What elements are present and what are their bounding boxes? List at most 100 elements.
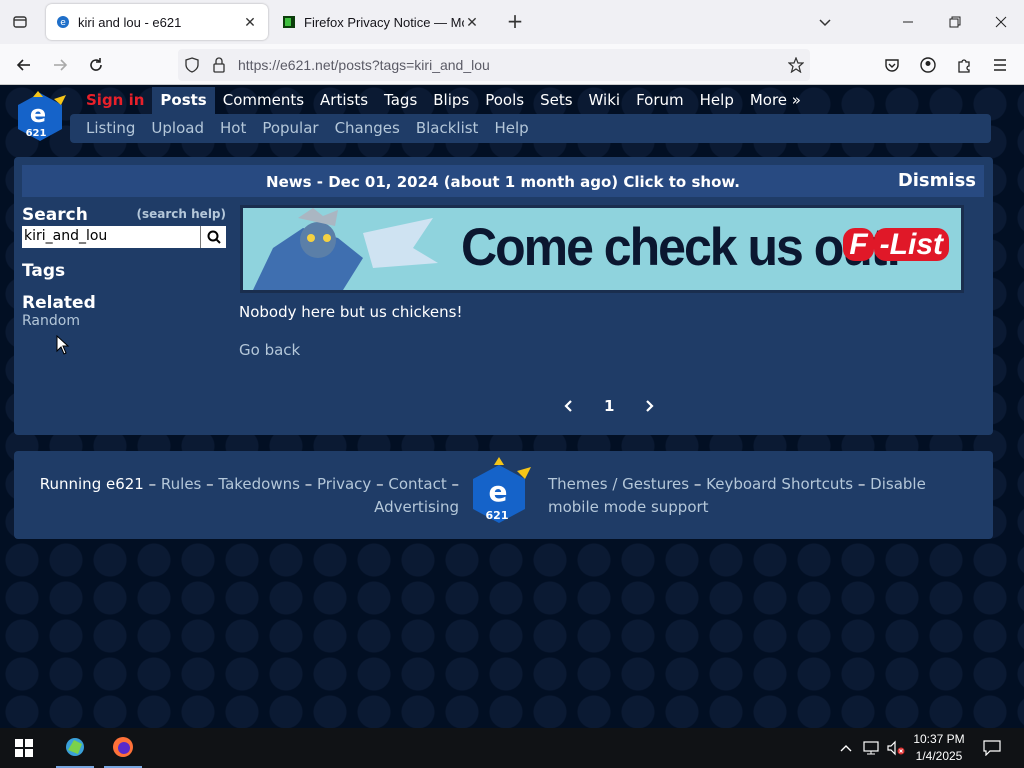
firefox-icon[interactable] bbox=[104, 728, 142, 768]
e621-footer-logo-icon[interactable]: e 621 bbox=[469, 457, 531, 533]
close-tab-icon[interactable]: ✕ bbox=[242, 14, 258, 30]
footer-themes-link[interactable]: Themes / Gestures bbox=[548, 475, 689, 493]
paginator: 1 bbox=[562, 397, 656, 415]
chevron-up-icon[interactable] bbox=[838, 728, 854, 768]
document-favicon-icon bbox=[283, 16, 295, 28]
reload-icon[interactable] bbox=[84, 53, 108, 77]
extensions-icon[interactable] bbox=[952, 53, 976, 77]
mascot-illustration-icon bbox=[253, 208, 438, 290]
close-tab-icon[interactable]: ✕ bbox=[464, 14, 480, 30]
menu-artists[interactable]: Artists bbox=[312, 87, 376, 115]
main-menu: Sign in Posts Comments Artists Tags Blip… bbox=[78, 87, 809, 115]
flist-logo: F -List bbox=[843, 228, 949, 262]
minimize-icon[interactable] bbox=[898, 12, 918, 32]
menu-wiki[interactable]: Wiki bbox=[581, 87, 629, 115]
footer-contact-link[interactable]: Contact bbox=[388, 475, 446, 493]
taskbar-clock[interactable]: 10:37 PM 1/4/2025 bbox=[908, 731, 970, 765]
submenu-changes[interactable]: Changes bbox=[327, 114, 408, 143]
news-bar[interactable]: News - Dec 01, 2024 (about 1 month ago) … bbox=[22, 165, 984, 197]
shield-icon[interactable] bbox=[184, 57, 200, 73]
windows-start-icon[interactable] bbox=[6, 728, 42, 768]
footer-left: Running e621 – Rules – Takedowns – Priva… bbox=[39, 475, 459, 516]
tab-e621[interactable]: e kiri and lou - e621 ✕ bbox=[46, 4, 268, 40]
app-icon[interactable] bbox=[56, 728, 94, 768]
submenu-upload[interactable]: Upload bbox=[143, 114, 212, 143]
empty-message: Nobody here but us chickens! bbox=[239, 303, 463, 321]
sign-in-link[interactable]: Sign in bbox=[78, 87, 152, 115]
forward-arrow-icon[interactable] bbox=[48, 53, 72, 77]
notifications-icon[interactable] bbox=[980, 728, 1004, 768]
footer-takedowns-link[interactable]: Takedowns bbox=[218, 475, 300, 493]
mouse-cursor-icon bbox=[56, 335, 70, 355]
browser-tab-bar: e kiri and lou - e621 ✕ Firefox Privacy … bbox=[0, 0, 1024, 44]
tab-title: kiri and lou - e621 bbox=[78, 14, 182, 30]
search-input[interactable]: kiri_and_lou bbox=[22, 226, 200, 248]
news-text[interactable]: News - Dec 01, 2024 (about 1 month ago) … bbox=[22, 173, 984, 191]
sub-menu: Listing Upload Hot Popular Changes Black… bbox=[70, 114, 991, 143]
url-bar[interactable]: https://e621.net/posts?tags=kiri_and_lou bbox=[178, 49, 810, 81]
new-tab-plus-icon[interactable]: + bbox=[505, 11, 525, 32]
volume-muted-icon[interactable] bbox=[885, 728, 907, 768]
footer-advertising-link[interactable]: Advertising bbox=[374, 498, 459, 516]
chevron-right-icon[interactable] bbox=[644, 399, 656, 413]
clock-date: 1/4/2025 bbox=[915, 749, 963, 763]
lock-icon[interactable] bbox=[212, 57, 226, 73]
close-window-icon[interactable] bbox=[991, 12, 1011, 32]
random-link[interactable]: Random bbox=[22, 313, 226, 329]
submenu-popular[interactable]: Popular bbox=[254, 114, 326, 143]
clock-time: 10:37 PM bbox=[913, 732, 965, 746]
footer-shortcuts-link[interactable]: Keyboard Shortcuts bbox=[706, 475, 853, 493]
bookmark-star-icon[interactable] bbox=[788, 57, 804, 73]
ad-banner[interactable]: Come check us out! F -List bbox=[240, 205, 964, 293]
search-icon bbox=[207, 230, 221, 244]
account-icon[interactable] bbox=[916, 53, 940, 77]
related-heading: Related bbox=[22, 293, 96, 313]
e621-favicon-icon: e bbox=[57, 16, 69, 28]
search-button[interactable] bbox=[200, 226, 226, 248]
menu-help[interactable]: Help bbox=[692, 87, 742, 115]
footer: Running e621 – Rules – Takedowns – Priva… bbox=[14, 451, 993, 539]
page-number-current[interactable]: 1 bbox=[604, 397, 614, 415]
tab-title: Firefox Privacy Notice — Mozill bbox=[304, 14, 464, 30]
e621-page: e 621 Sign in Posts Comments Artists Tag… bbox=[0, 85, 1024, 728]
menu-forum[interactable]: Forum bbox=[628, 87, 692, 115]
submenu-listing[interactable]: Listing bbox=[78, 114, 143, 143]
footer-privacy-link[interactable]: Privacy bbox=[317, 475, 371, 493]
submenu-blacklist[interactable]: Blacklist bbox=[408, 114, 487, 143]
sidebar: Search (search help) kiri_and_lou Tags R… bbox=[22, 205, 226, 329]
submenu-hot[interactable]: Hot bbox=[212, 114, 254, 143]
tab-privacy-notice[interactable]: Firefox Privacy Notice — Mozill ✕ bbox=[272, 4, 490, 40]
menu-hamburger-icon[interactable] bbox=[988, 53, 1012, 77]
chevron-left-icon[interactable] bbox=[562, 399, 574, 413]
windows-taskbar: 10:37 PM 1/4/2025 bbox=[0, 728, 1024, 768]
menu-more[interactable]: More » bbox=[742, 87, 809, 115]
content-panel: News - Dec 01, 2024 (about 1 month ago) … bbox=[14, 157, 993, 435]
menu-tags[interactable]: Tags bbox=[376, 87, 425, 115]
pocket-icon[interactable] bbox=[880, 53, 904, 77]
network-icon[interactable] bbox=[861, 728, 881, 768]
svg-text:621: 621 bbox=[26, 128, 47, 139]
menu-comments[interactable]: Comments bbox=[215, 87, 312, 115]
search-form: kiri_and_lou bbox=[22, 226, 226, 248]
menu-posts[interactable]: Posts bbox=[152, 87, 215, 115]
e621-logo-icon[interactable]: e 621 bbox=[14, 91, 66, 143]
running-text: Running e621 bbox=[39, 475, 144, 493]
menu-sets[interactable]: Sets bbox=[532, 87, 580, 115]
banner-slogan: Come check us out! bbox=[461, 217, 902, 277]
restore-icon[interactable] bbox=[945, 12, 965, 32]
search-help-link[interactable]: (search help) bbox=[137, 207, 226, 221]
list-all-tabs-icon[interactable] bbox=[8, 10, 32, 34]
footer-rules-link[interactable]: Rules bbox=[161, 475, 201, 493]
go-back-link[interactable]: Go back bbox=[239, 341, 300, 359]
svg-text:e: e bbox=[30, 100, 46, 128]
menu-pools[interactable]: Pools bbox=[477, 87, 532, 115]
submenu-help[interactable]: Help bbox=[486, 114, 536, 143]
menu-blips[interactable]: Blips bbox=[425, 87, 477, 115]
svg-text:e: e bbox=[60, 18, 66, 28]
chevron-down-icon[interactable] bbox=[815, 12, 835, 32]
back-arrow-icon[interactable] bbox=[12, 53, 36, 77]
dismiss-button[interactable]: Dismiss bbox=[898, 170, 976, 191]
footer-right: Themes / Gestures – Keyboard Shortcuts –… bbox=[548, 475, 926, 516]
tags-heading: Tags bbox=[22, 261, 66, 281]
svg-text:621: 621 bbox=[486, 509, 509, 522]
